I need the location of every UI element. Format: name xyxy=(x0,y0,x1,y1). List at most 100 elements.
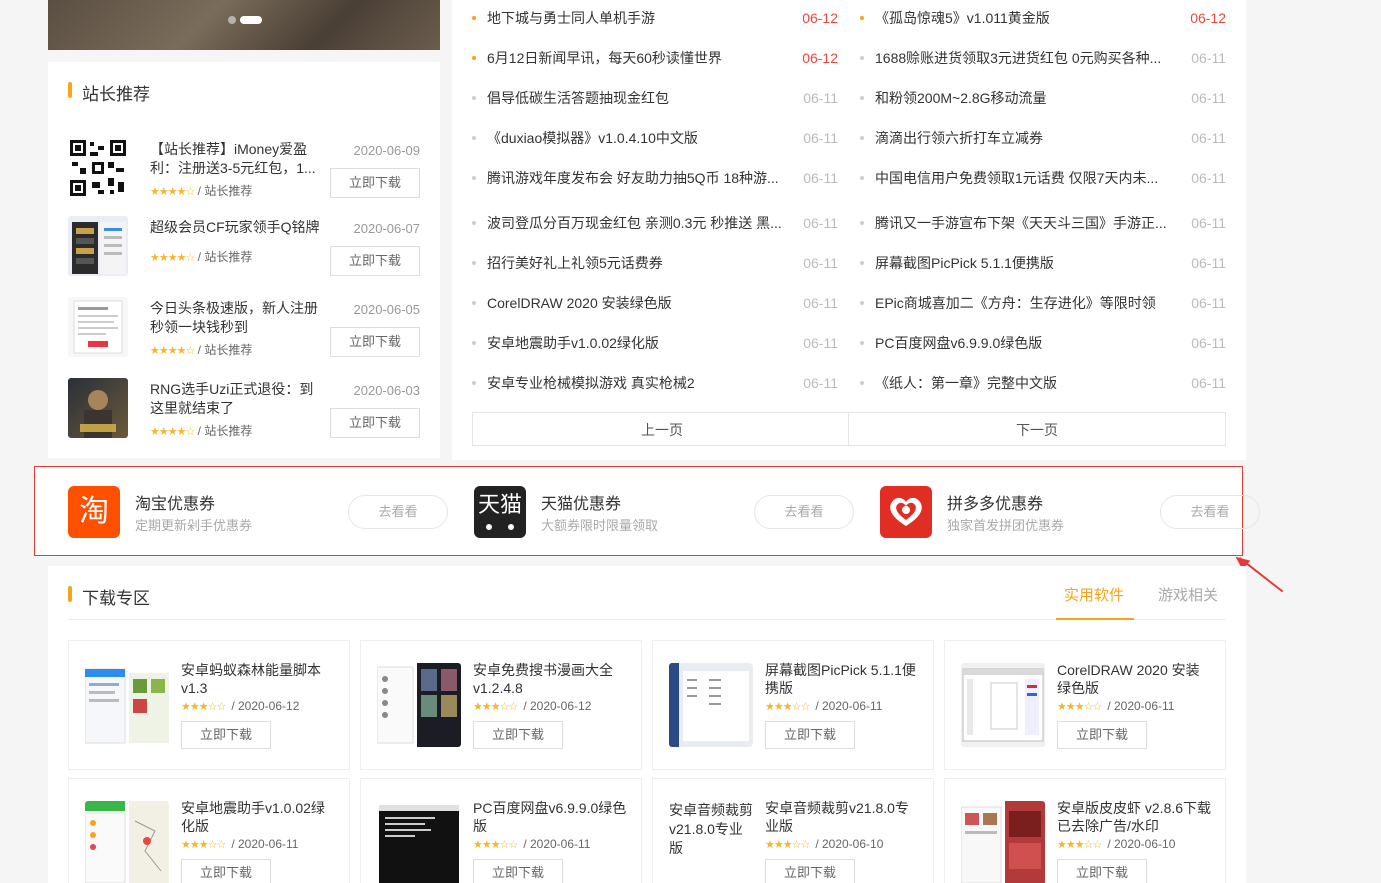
download-button[interactable]: 立即下载 xyxy=(765,721,855,749)
app-name[interactable]: PC百度网盘v6.9.9.0绿色版 xyxy=(473,799,629,835)
download-button[interactable]: 立即下载 xyxy=(473,721,563,749)
app-card[interactable]: 安卓音频裁剪v21.8.0专业版 安卓音频裁剪v21.8.0专业版 ★★★☆☆ / 2… xyxy=(652,778,934,883)
news-item[interactable]: EPic商城喜加二《方舟：生存进化》等限时领 06-11 xyxy=(860,293,1226,313)
app-thumbnail[interactable] xyxy=(377,663,461,747)
app-thumbnail[interactable] xyxy=(85,801,169,883)
app-thumbnail[interactable] xyxy=(669,663,753,747)
recommend-item-title[interactable]: 【站长推荐】iMoney爱盈利：注册送3-5元红包，1... xyxy=(150,140,326,178)
tab-practical-software[interactable]: 实用软件 xyxy=(1064,584,1124,605)
news-item-title[interactable]: 6月12日新闻早讯，每天60秒读懂世界 xyxy=(487,48,787,68)
app-thumbnail[interactable] xyxy=(961,663,1045,747)
news-item-title[interactable]: 腾讯又一手游宣布下架《天天斗三国》手游正... xyxy=(875,213,1175,233)
news-item-title[interactable]: 腾讯游戏年度发布会 好友助力抽5Q币 18种游... xyxy=(487,168,787,188)
news-item[interactable]: PC百度网盘v6.9.9.0绿色版 06-11 xyxy=(860,333,1226,353)
app-name[interactable]: 屏幕截图PicPick 5.1.1便携版 xyxy=(765,661,921,697)
news-item-title[interactable]: 1688赊账进货领取3元进货红包 0元购买各种... xyxy=(875,48,1175,68)
app-card[interactable]: 安卓版皮皮虾 v2.8.6下载 已去除广告/水印 ★★★☆☆ / 2020-06-1… xyxy=(944,778,1226,883)
news-item-title[interactable]: 波司登瓜分百万现金红包 亲测0.3元 秒推送 黑... xyxy=(487,213,787,233)
news-item[interactable]: 和粉领200M~2.8G移动流量 06-11 xyxy=(860,88,1226,108)
news-item-title[interactable]: 《duxiao模拟器》v1.0.4.10中文版 xyxy=(487,128,787,148)
news-item[interactable]: 1688赊账进货领取3元进货红包 0元购买各种... 06-11 xyxy=(860,48,1226,68)
download-button[interactable]: 立即下载 xyxy=(330,168,420,198)
recommend-item[interactable]: RNG选手Uzi正式退役：到这里就结束了 2020-06-03 ★★★★☆ / … xyxy=(68,378,420,442)
download-button[interactable]: 立即下载 xyxy=(330,408,420,438)
photo-thumbnail[interactable] xyxy=(68,378,128,438)
news-item-title[interactable]: 《孤岛惊魂5》v1.011黄金版 xyxy=(875,8,1175,28)
coupon-view-button[interactable]: 去看看 xyxy=(754,495,854,529)
news-item-title[interactable]: 和粉领200M~2.8G移动流量 xyxy=(875,88,1175,108)
news-item[interactable]: 6月12日新闻早讯，每天60秒读懂世界 06-12 xyxy=(472,48,838,68)
news-item-title[interactable]: 屏幕截图PicPick 5.1.1便携版 xyxy=(875,253,1175,273)
news-item[interactable]: 安卓专业枪械模拟游戏 真实枪械2 06-11 xyxy=(472,373,838,393)
coupon-name[interactable]: 天猫优惠券 xyxy=(541,490,621,514)
news-item[interactable]: 《duxiao模拟器》v1.0.4.10中文版 06-11 xyxy=(472,128,838,148)
news-item[interactable]: 滴滴出行领六折打车立减券 06-11 xyxy=(860,128,1226,148)
news-item[interactable]: 《纸人：第一章》完整中文版 06-11 xyxy=(860,373,1226,393)
app-name[interactable]: 安卓版皮皮虾 v2.8.6下载 已去除广告/水印 xyxy=(1057,799,1213,835)
app-name[interactable]: CorelDRAW 2020 安装绿色版 xyxy=(1057,661,1213,697)
recommend-item-title[interactable]: 今日头条极速版，新人注册秒领一块钱秒到 xyxy=(150,299,326,337)
recommend-item-title[interactable]: 超级会员CF玩家领手Q铭牌 xyxy=(150,218,326,237)
app-name[interactable]: 安卓音频裁剪v21.8.0专业版 xyxy=(765,799,921,835)
recommend-item[interactable]: 【站长推荐】iMoney爱盈利：注册送3-5元红包，1... 2020-06-0… xyxy=(68,138,420,202)
news-item[interactable]: 安卓地震助手v1.0.02绿化版 06-11 xyxy=(472,333,838,353)
prev-page-button[interactable]: 上一页 xyxy=(472,412,852,446)
app-card[interactable]: 安卓地震助手v1.0.02绿化版 ★★★☆☆ / 2020-06-11 立即下载 xyxy=(68,778,350,883)
coupon-name[interactable]: 拼多多优惠券 xyxy=(947,490,1043,514)
carousel-dot-active[interactable] xyxy=(240,16,262,24)
app-card[interactable]: PC百度网盘v6.9.9.0绿色版 ★★★☆☆ / 2020-06-11 立即下载 xyxy=(360,778,642,883)
coupon-view-button[interactable]: 去看看 xyxy=(348,495,448,529)
download-button[interactable]: 立即下载 xyxy=(330,246,420,276)
app-name[interactable]: 安卓免费搜书漫画大全v1.2.4.8 xyxy=(473,661,629,697)
news-item[interactable]: CorelDRAW 2020 安装绿色版 06-11 xyxy=(472,293,838,313)
app-card[interactable]: 屏幕截图PicPick 5.1.1便携版 ★★★☆☆ / 2020-06-11 立即下… xyxy=(652,640,934,770)
app-name[interactable]: 安卓蚂蚁森林能量脚本v1.3 xyxy=(181,661,337,697)
download-button[interactable]: 立即下载 xyxy=(330,327,420,357)
download-button[interactable]: 立即下载 xyxy=(473,859,563,883)
phone-screenshot-thumbnail[interactable] xyxy=(68,297,128,357)
coupon-name[interactable]: 淘宝优惠券 xyxy=(135,490,215,514)
next-page-button[interactable]: 下一页 xyxy=(848,412,1226,446)
recommend-item[interactable]: 今日头条极速版，新人注册秒领一块钱秒到 2020-06-05 ★★★★☆ / 站… xyxy=(68,297,420,361)
news-item-title[interactable]: 倡导低碳生活答题抽现金红包 xyxy=(487,88,787,108)
download-button[interactable]: 立即下载 xyxy=(1057,721,1147,749)
carousel-dot[interactable] xyxy=(228,16,236,24)
recommend-item-title[interactable]: RNG选手Uzi正式退役：到这里就结束了 xyxy=(150,380,326,418)
news-item-title[interactable]: CorelDRAW 2020 安装绿色版 xyxy=(487,293,787,313)
news-item[interactable]: 腾讯游戏年度发布会 好友助力抽5Q币 18种游... 06-11 xyxy=(472,168,838,188)
app-card[interactable]: CorelDRAW 2020 安装绿色版 ★★★☆☆ / 2020-06-11 立即下… xyxy=(944,640,1226,770)
recommend-item[interactable]: 超级会员CF玩家领手Q铭牌 2020-06-07 ★★★★☆ / 站长推荐 立即… xyxy=(68,216,420,280)
app-card[interactable]: 安卓免费搜书漫画大全v1.2.4.8 ★★★☆☆ / 2020-06-12 立即下载 xyxy=(360,640,642,770)
news-item-title[interactable]: 地下城与勇士同人单机手游 xyxy=(487,8,787,28)
banner-carousel[interactable] xyxy=(48,0,440,50)
news-item-title[interactable]: 招行美好礼上礼领5元话费券 xyxy=(487,253,787,273)
coupon-tmall[interactable]: 天猫 天猫优惠券 大额券限时限量领取 去看看 xyxy=(474,484,854,540)
news-item-title[interactable]: 中国电信用户免费领取1元话费 仅限7天内未... xyxy=(875,168,1175,188)
download-button[interactable]: 立即下载 xyxy=(765,859,855,883)
broken-image-alt-text[interactable]: 安卓音频裁剪v21.8.0专业版 xyxy=(669,801,753,883)
download-button[interactable]: 立即下载 xyxy=(181,859,271,883)
app-thumbnail[interactable] xyxy=(961,801,1045,883)
qr-code-thumbnail[interactable] xyxy=(68,138,128,198)
news-item-title[interactable]: 安卓专业枪械模拟游戏 真实枪械2 xyxy=(487,373,787,393)
news-item-title[interactable]: EPic商城喜加二《方舟：生存进化》等限时领 xyxy=(875,293,1175,313)
download-button[interactable]: 立即下载 xyxy=(1057,859,1147,883)
news-item-title[interactable]: PC百度网盘v6.9.9.0绿色版 xyxy=(875,333,1175,353)
news-item[interactable]: 腾讯又一手游宣布下架《天天斗三国》手游正... 06-11 xyxy=(860,213,1226,233)
phone-screenshot-thumbnail[interactable] xyxy=(68,216,128,276)
news-item[interactable]: 中国电信用户免费领取1元话费 仅限7天内未... 06-11 xyxy=(860,168,1226,188)
news-item[interactable]: 波司登瓜分百万现金红包 亲测0.3元 秒推送 黑... 06-11 xyxy=(472,213,838,233)
news-item[interactable]: 倡导低碳生活答题抽现金红包 06-11 xyxy=(472,88,838,108)
app-card[interactable]: 安卓蚂蚁森林能量脚本v1.3 ★★★☆☆ / 2020-06-12 立即下载 xyxy=(68,640,350,770)
app-thumbnail[interactable] xyxy=(377,801,461,883)
news-item[interactable]: 招行美好礼上礼领5元话费券 06-11 xyxy=(472,253,838,273)
coupon-pinduoduo[interactable]: 拼多多优惠券 独家首发拼团优惠券 去看看 xyxy=(880,484,1260,540)
coupon-view-button[interactable]: 去看看 xyxy=(1160,495,1260,529)
download-button[interactable]: 立即下载 xyxy=(181,721,271,749)
app-thumbnail[interactable] xyxy=(85,663,169,747)
app-name[interactable]: 安卓地震助手v1.0.02绿化版 xyxy=(181,799,337,835)
news-item-title[interactable]: 安卓地震助手v1.0.02绿化版 xyxy=(487,333,787,353)
news-item-title[interactable]: 《纸人：第一章》完整中文版 xyxy=(875,373,1175,393)
news-item-title[interactable]: 滴滴出行领六折打车立减券 xyxy=(875,128,1175,148)
coupon-taobao[interactable]: 淘 淘宝优惠券 定期更新剁手优惠券 去看看 xyxy=(68,484,448,540)
